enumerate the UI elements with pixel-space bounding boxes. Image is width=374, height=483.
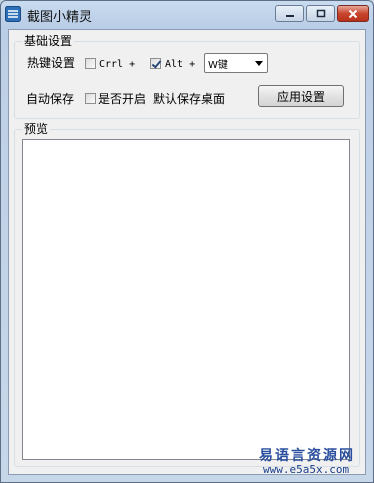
apply-settings-label: 应用设置 xyxy=(276,89,325,104)
title-bar[interactable]: 截图小精灵 xyxy=(1,1,373,27)
default-save-label: 默认保存桌面 xyxy=(153,92,226,106)
ctrl-label: Crrl + xyxy=(99,59,136,70)
scissors-app-icon xyxy=(5,6,21,22)
autosave-option-label: 是否开启 xyxy=(98,92,147,106)
main-window: 截图小精灵 基础设置 热键设置 Crrl + Alt + W键 自动保存 是否开… xyxy=(0,0,374,483)
chevron-down-icon xyxy=(255,61,263,66)
minimize-icon xyxy=(285,14,294,17)
client-area: 基础设置 热键设置 Crrl + Alt + W键 自动保存 是否开启 默认保存… xyxy=(8,29,366,475)
close-button[interactable] xyxy=(337,5,369,22)
maximize-button[interactable] xyxy=(306,5,335,22)
watermark-title: 易语言资源网 xyxy=(259,448,355,464)
autosave-checkbox[interactable] xyxy=(85,93,96,104)
alt-label: Alt + xyxy=(165,59,196,70)
close-icon xyxy=(348,9,358,18)
basic-settings-group: 基础设置 xyxy=(14,34,360,119)
key-select-value: W键 xyxy=(208,60,228,71)
maximize-icon xyxy=(316,9,325,17)
preview-legend: 预览 xyxy=(22,122,51,136)
watermark-url: www.e5a5x.com xyxy=(263,463,350,476)
basic-settings-legend: 基础设置 xyxy=(22,34,75,48)
ctrl-checkbox[interactable] xyxy=(85,58,96,69)
window-title: 截图小精灵 xyxy=(27,10,93,25)
autosave-label: 自动保存 xyxy=(26,92,75,106)
key-select[interactable]: W键 xyxy=(204,53,268,73)
hotkey-label: 热键设置 xyxy=(27,56,76,70)
apply-settings-button[interactable]: 应用设置 xyxy=(258,85,344,107)
alt-checkbox[interactable] xyxy=(150,58,161,69)
minimize-button[interactable] xyxy=(275,5,304,22)
preview-area xyxy=(22,139,350,460)
